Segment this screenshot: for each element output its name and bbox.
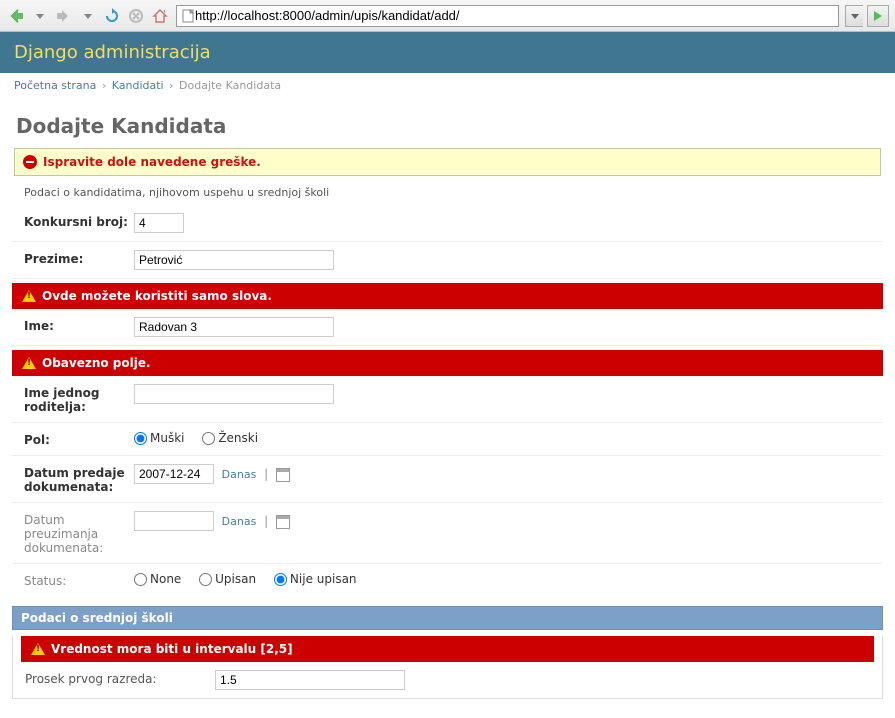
back-dropdown[interactable] (30, 6, 50, 26)
go-button[interactable] (867, 5, 889, 27)
row-datum-preuz: Datum preuzimanja dokumenata: Danas | (12, 503, 883, 564)
row-ime: Ime: (12, 309, 883, 346)
input-prezime[interactable] (134, 250, 334, 270)
input-prosek1[interactable] (215, 670, 405, 690)
warning-icon (22, 290, 36, 302)
browser-toolbar (0, 0, 895, 32)
breadcrumb-home[interactable]: Početna strana (14, 79, 96, 92)
radio-status-none[interactable]: None (134, 572, 181, 586)
radio-pol-muski[interactable]: Muški (134, 431, 185, 445)
error-icon (23, 155, 37, 169)
label-konkursni-broj: Konkursni broj: (24, 213, 134, 229)
input-datum-preuz[interactable] (134, 511, 214, 531)
section-body-skola: Vrednost mora biti u intervalu [2,5] Pro… (12, 636, 883, 699)
warning-icon (22, 357, 36, 369)
breadcrumb-current: Dodajte Kandidata (179, 79, 281, 92)
breadcrumbs: Početna strana › Kandidati › Dodajte Kan… (0, 73, 895, 98)
content: Dodajte Kandidata Ispravite dole naveden… (0, 98, 895, 699)
row-prosek1: Prosek prvog razreda: (13, 662, 882, 698)
error-ime: Ovde možete koristiti samo slova. (12, 283, 883, 309)
url-bar[interactable] (176, 5, 839, 27)
row-prezime: Prezime: (12, 242, 883, 279)
label-datum-predaje: Datum predaje dokumenata: (24, 464, 134, 494)
radio-status-upisan[interactable]: Upisan (199, 572, 256, 586)
error-note: Ispravite dole navedene greške. (14, 148, 881, 176)
back-button[interactable] (6, 6, 26, 26)
label-status: Status: (24, 572, 134, 588)
label-roditelj: Ime jednog roditelja: (24, 384, 134, 414)
radio-status-nije-upisan[interactable]: Nije upisan (274, 572, 357, 586)
url-input[interactable] (195, 7, 834, 25)
error-prosek: Vrednost mora biti u intervalu [2,5] (21, 636, 874, 662)
label-prezime: Prezime: (24, 250, 134, 266)
page-title: Dodajte Kandidata (16, 114, 883, 138)
calendar-icon[interactable] (276, 515, 290, 529)
label-prosek1: Prosek prvog razreda: (25, 670, 215, 686)
forward-dropdown[interactable] (78, 6, 98, 26)
row-konkursni-broj: Konkursni broj: (12, 205, 883, 242)
row-status: Status: None Upisan Nije upisan (12, 564, 883, 596)
section-heading-skola: Podaci o srednjoj školi (12, 606, 883, 630)
breadcrumb-model[interactable]: Kandidati (112, 79, 164, 92)
url-dropdown[interactable] (845, 5, 863, 27)
label-pol: Pol: (24, 431, 134, 447)
input-datum-predaje[interactable] (134, 464, 214, 484)
radio-pol-zenski[interactable]: Ženski (202, 431, 258, 445)
reload-button[interactable] (102, 6, 122, 26)
stop-button[interactable] (126, 6, 146, 26)
link-danas-preuz[interactable]: Danas (222, 515, 257, 528)
home-button[interactable] (150, 6, 170, 26)
error-roditelj: Obavezno polje. (12, 350, 883, 376)
warning-icon (31, 643, 45, 655)
page-icon (181, 9, 195, 23)
link-danas-predaje[interactable]: Danas (222, 468, 257, 481)
label-datum-preuz: Datum preuzimanja dokumenata: (24, 511, 134, 555)
header-bar: Django administracija (0, 32, 895, 73)
site-title: Django administracija (14, 42, 211, 63)
calendar-icon[interactable] (276, 468, 290, 482)
input-ime[interactable] (134, 317, 334, 337)
input-roditelj[interactable] (134, 384, 334, 404)
row-roditelj: Ime jednog roditelja: (12, 376, 883, 423)
help-text: Podaci o kandidatima, njihovom uspehu u … (12, 186, 883, 205)
label-ime: Ime: (24, 317, 134, 333)
row-datum-predaje: Datum predaje dokumenata: Danas | (12, 456, 883, 503)
row-pol: Pol: Muški Ženski (12, 423, 883, 456)
forward-button[interactable] (54, 6, 74, 26)
input-konkursni-broj[interactable] (134, 213, 184, 233)
